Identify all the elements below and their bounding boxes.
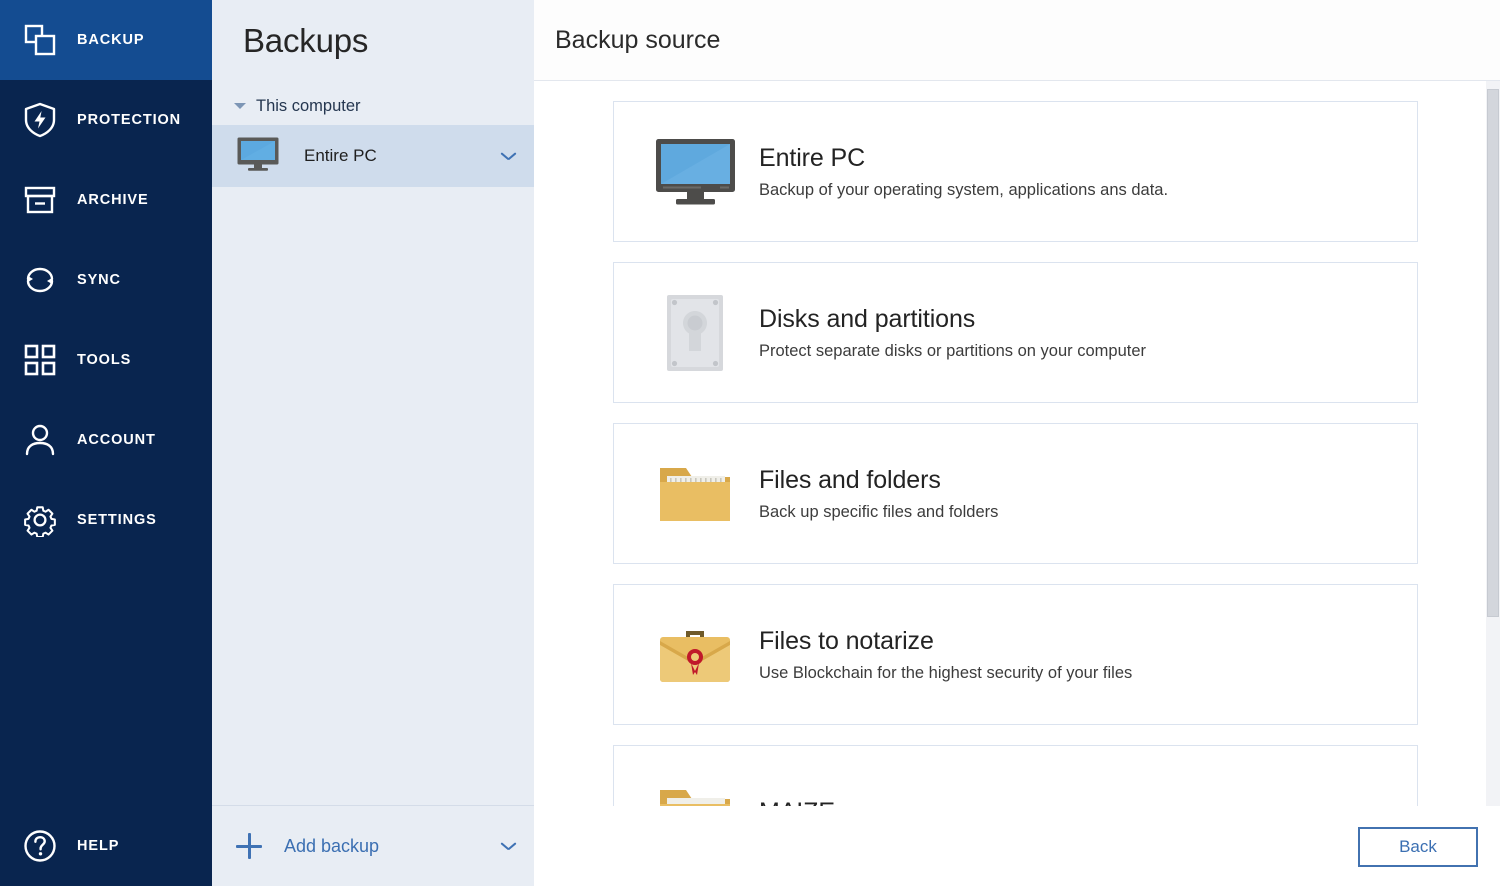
sidebar-item-help[interactable]: HELP [0,806,212,886]
chevron-down-icon[interactable] [501,842,516,851]
folder-icon [646,460,744,528]
card-text: Files to notarize Use Blockchain for the… [759,626,1132,682]
sidebar-item-archive[interactable]: ARCHIVE [0,160,212,240]
card-title: Disks and partitions [759,304,1146,335]
sidebar-item-protection[interactable]: PROTECTION [0,80,212,160]
archive-box-icon [20,180,60,220]
backup-group-label: This computer [256,97,361,116]
sidebar-item-sync[interactable]: SYNC [0,240,212,320]
person-icon [20,420,60,460]
plus-icon [236,833,262,859]
sidebar-item-label: PROTECTION [77,112,181,128]
page-title: Backup source [555,26,720,55]
sync-arrows-icon [20,260,60,300]
card-text: Entire PC Backup of your operating syste… [759,143,1168,199]
sidebar-item-label: ACCOUNT [77,432,156,448]
sidebar-item-label: BACKUP [77,32,144,48]
backup-group-this-computer[interactable]: This computer [212,87,534,125]
grid-squares-icon [20,340,60,380]
folder-icon [646,782,744,807]
backup-source-card-files-to-notarize[interactable]: Files to notarize Use Blockchain for the… [613,584,1418,725]
sidebar-item-tools[interactable]: TOOLS [0,320,212,400]
backup-entry-label: Entire PC [304,146,501,166]
chevron-down-icon[interactable] [501,152,516,161]
backup-source-card-disks-and-partitions[interactable]: Disks and partitions Protect separate di… [613,262,1418,403]
gear-icon [20,500,60,540]
shield-bolt-icon [20,100,60,140]
backup-source-card-files-and-folders[interactable]: Files and folders Back up specific files… [613,423,1418,564]
add-backup-label: Add backup [284,836,501,857]
sidebar-item-label: HELP [77,838,119,854]
content-scrollbar-thumb[interactable] [1487,89,1499,617]
backup-source-card-entire-pc[interactable]: Entire PC Backup of your operating syste… [613,101,1418,242]
add-backup-button[interactable]: Add backup [212,805,534,886]
main-footer: Back [534,806,1500,886]
backups-list-empty-area [212,187,534,805]
card-subtitle: Protect separate disks or partitions on … [759,342,1146,361]
card-title: MAIZE [759,797,835,806]
card-subtitle: Back up specific files and folders [759,503,998,522]
monitor-icon [646,137,744,207]
sidebar-item-backup[interactable]: BACKUP [0,0,212,80]
card-title: Entire PC [759,143,1168,174]
copies-icon [20,20,60,60]
main-sidebar: BACKUP PROTECTION ARCHIVE [0,0,212,886]
hard-disk-icon [646,293,744,373]
card-text: Disks and partitions Protect separate di… [759,304,1146,360]
monitor-icon [236,136,280,177]
triangle-down-icon [234,103,246,109]
card-text: MAIZE [759,797,835,806]
backup-source-scroll-region[interactable]: Entire PC Backup of your operating syste… [534,81,1500,806]
card-title: Files to notarize [759,626,1132,657]
sidebar-item-settings[interactable]: SETTINGS [0,480,212,560]
panel-title: Backups [212,0,534,60]
sidebar-item-label: ARCHIVE [77,192,149,208]
sidebar-spacer [0,560,212,806]
card-subtitle: Backup of your operating system, applica… [759,181,1168,200]
main-content: Backup source [534,0,1500,886]
question-circle-icon [20,826,60,866]
content-scrollbar-track[interactable] [1486,81,1500,806]
main-header: Backup source [534,0,1500,81]
briefcase-seal-icon [646,621,744,689]
application-window: BACKUP PROTECTION ARCHIVE [0,0,1500,886]
backup-entry-entire-pc[interactable]: Entire PC [212,125,534,187]
backup-source-card-list: Entire PC Backup of your operating syste… [534,81,1500,806]
sidebar-item-label: SYNC [77,272,121,288]
card-title: Files and folders [759,465,998,496]
card-subtitle: Use Blockchain for the highest security … [759,664,1132,683]
sidebar-item-account[interactable]: ACCOUNT [0,400,212,480]
sidebar-item-label: TOOLS [77,352,131,368]
backup-source-card-maize[interactable]: MAIZE [613,745,1418,806]
back-button[interactable]: Back [1358,827,1478,867]
card-text: Files and folders Back up specific files… [759,465,998,521]
backups-panel: Backups This computer Entire PC Add back [212,0,534,886]
sidebar-item-label: SETTINGS [77,512,157,528]
